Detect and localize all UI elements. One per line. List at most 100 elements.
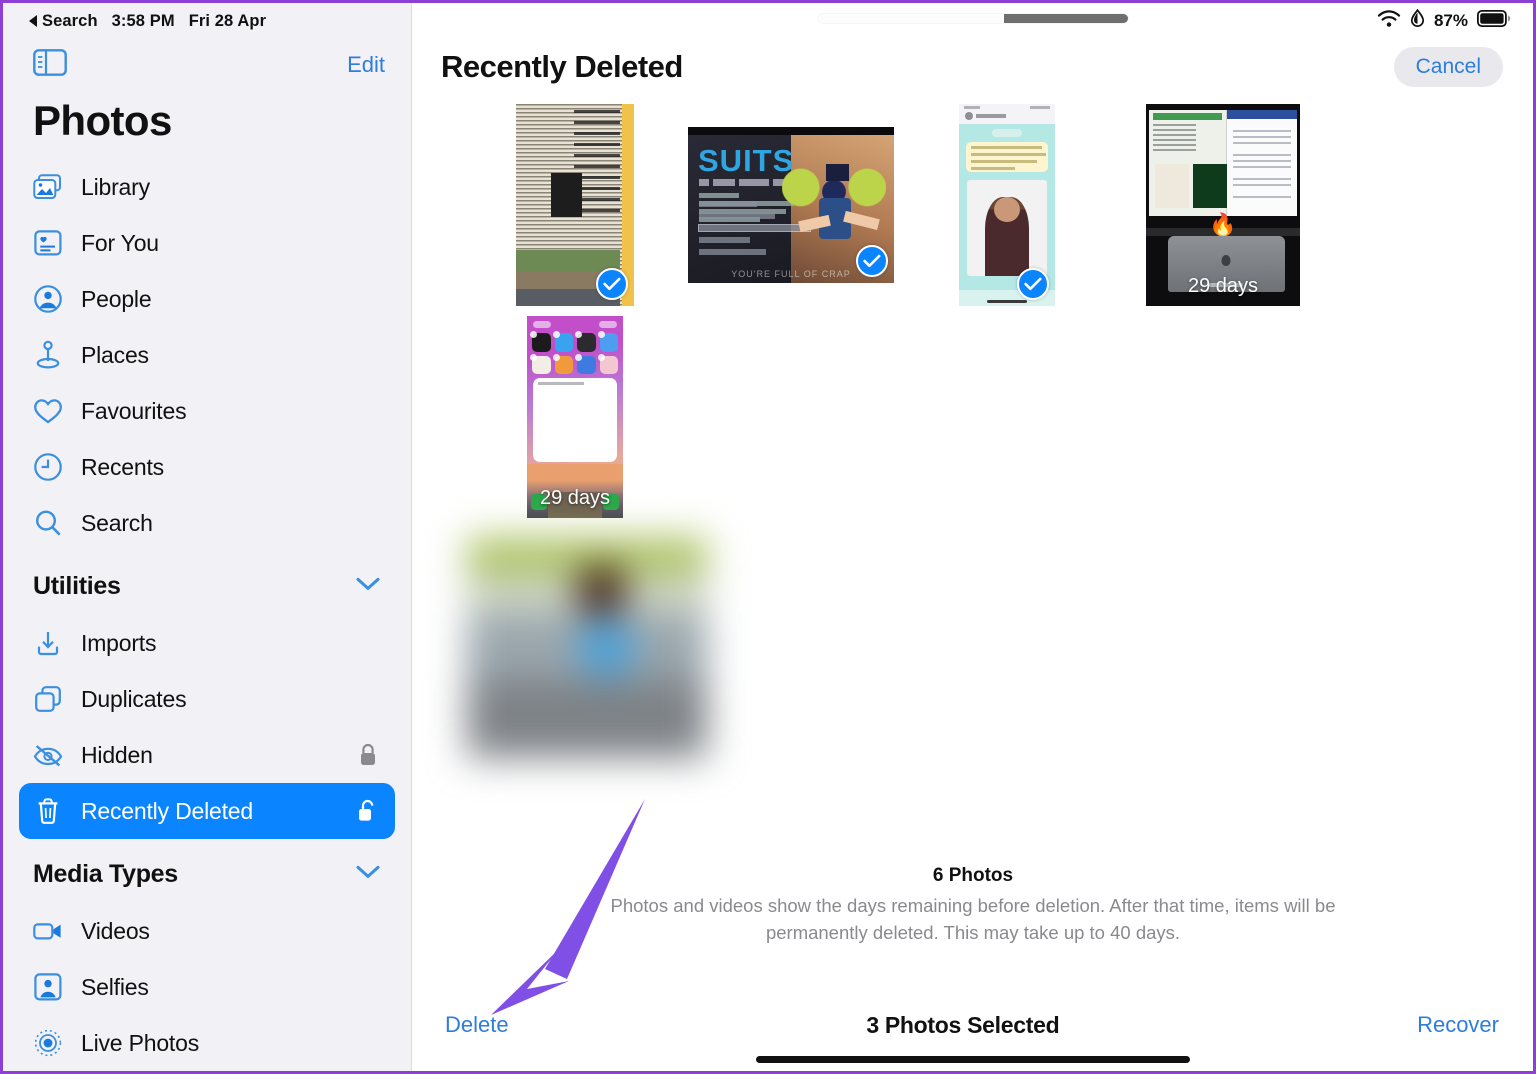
status-back-label: Search <box>42 11 98 30</box>
battery-icon <box>1476 9 1511 32</box>
content-header: Recently Deleted Cancel <box>413 39 1533 87</box>
cancel-button[interactable]: Cancel <box>1393 47 1503 87</box>
sidebar-item-label: For You <box>81 229 159 256</box>
chevron-down-icon[interactable] <box>355 864 381 885</box>
thumbnail-desk-monitor-photo[interactable]: 🔥 29 days <box>1146 104 1300 306</box>
sidebar-item-videos[interactable]: Videos <box>19 903 395 959</box>
status-left-pill <box>533 321 551 328</box>
sidebar-item-label: Recently Deleted <box>81 797 253 824</box>
edit-button[interactable]: Edit <box>347 52 385 78</box>
monitor-right-window <box>1227 110 1297 216</box>
sidebar-toolbar: Edit <box>3 39 411 91</box>
battery-percent-label: 87% <box>1433 11 1468 30</box>
encryption-notice <box>966 142 1048 172</box>
chat-body <box>959 124 1055 290</box>
photo-cell[interactable] <box>467 99 683 311</box>
thumbnail-ios-home-screen-shot[interactable]: 29 days <box>527 316 623 518</box>
duplicate-squares-icon <box>33 684 63 714</box>
person-circle-icon <box>33 284 63 314</box>
sidebar-item-search[interactable]: Search <box>19 495 395 551</box>
retention-description: Photos and videos show the days remainin… <box>610 895 1336 943</box>
sidebar-group-media-types-items: Videos Selfies Live Photos <box>3 903 411 1071</box>
sidebar-item-recently-deleted[interactable]: Recently Deleted <box>19 783 395 839</box>
sidebar-item-people[interactable]: People <box>19 271 395 327</box>
delete-button[interactable]: Delete <box>445 1012 509 1038</box>
sidebar-nav: Library For You People Places Favourites… <box>3 159 411 551</box>
lock-open-icon <box>357 799 377 823</box>
selected-check-icon[interactable] <box>856 245 888 277</box>
sidebar-item-label: Duplicates <box>81 685 187 712</box>
group-title: Utilities <box>33 571 121 600</box>
sidebar-group-utilities-items: Imports Duplicates Hidden Recently Delet… <box>3 615 411 839</box>
photo-cell[interactable]: 🔥 29 days <box>1115 99 1331 311</box>
phone-home-indicator <box>987 300 1027 303</box>
thumbnail-netflix-suits-screenshot[interactable]: SUITS YOU'RE FULL OF CRAP <box>688 127 894 283</box>
recover-button[interactable]: Recover <box>1417 1012 1499 1038</box>
chat-image-bubble <box>967 180 1047 276</box>
status-time: 3:58 PM <box>111 11 175 30</box>
chevron-down-icon[interactable] <box>355 576 381 597</box>
ipad-photos-screen: Search 3:58 PM Fri 28 Apr Edit Photos Li… <box>0 0 1536 1074</box>
page-title: Photos <box>33 97 172 144</box>
fire-sticker-icon: 🔥 <box>1209 212 1237 237</box>
wifi-icon <box>1377 9 1401 33</box>
ipad-home-indicator[interactable] <box>756 1056 1190 1063</box>
eye-slash-icon <box>33 740 63 770</box>
live-photo-icon <box>33 1028 63 1058</box>
import-tray-icon <box>33 628 63 658</box>
monitor-screen <box>1149 110 1297 216</box>
map-pin-icon <box>33 340 63 370</box>
sidebar-item-label: Recents <box>81 453 164 480</box>
sidebar-item-duplicates[interactable]: Duplicates <box>19 671 395 727</box>
status-right-pill <box>599 321 617 328</box>
sidebar-group-utilities-header[interactable]: Utilities <box>3 557 411 615</box>
sidebar-item-imports[interactable]: Imports <box>19 615 395 671</box>
selection-count-label: 3 Photos Selected <box>866 1011 1060 1038</box>
sidebar-group-media-types-header[interactable]: Media Types <box>3 845 411 903</box>
photo-cell[interactable] <box>467 523 1507 773</box>
sidebar-item-selfies[interactable]: Selfies <box>19 959 395 1015</box>
sidebar-item-places[interactable]: Places <box>19 327 395 383</box>
status-back-to-search[interactable]: Search <box>29 12 98 31</box>
sidebar-item-label: Live Photos <box>81 1029 199 1056</box>
apple-logo-icon <box>1221 255 1231 267</box>
selection-toolbar: Delete 3 Photos Selected Recover <box>413 1003 1533 1047</box>
for-you-card-icon <box>33 228 63 258</box>
sidebar-item-label: Hidden <box>81 741 153 768</box>
selected-check-icon[interactable] <box>596 268 628 300</box>
sidebar-item-hidden[interactable]: Hidden <box>19 727 395 783</box>
sidebar-item-for-you[interactable]: For You <box>19 215 395 271</box>
photo-cell[interactable]: SUITS YOU'RE FULL OF CRAP <box>683 99 899 311</box>
collection-footer: 6 Photos Photos and videos show the days… <box>413 865 1533 947</box>
screenshot-top-bar <box>688 127 894 135</box>
group-title: Media Types <box>33 859 178 888</box>
photo-count-label: 6 Photos <box>932 865 1014 886</box>
sidebar-item-library[interactable]: Library <box>19 159 395 215</box>
battery-saver-drop-icon <box>1410 8 1425 33</box>
sidebar-item-favourites[interactable]: Favourites <box>19 383 395 439</box>
sidebar-item-label: Favourites <box>81 397 187 424</box>
back-triangle-icon <box>29 15 37 27</box>
thumbnail-newspaper-clipping[interactable] <box>516 104 634 306</box>
content-title: Recently Deleted <box>441 49 683 84</box>
photo-grid: SUITS YOU'RE FULL OF CRAP 🔥 29 days 29 d… <box>413 87 1533 773</box>
sidebar-item-live-photos[interactable]: Live Photos <box>19 1015 395 1071</box>
days-remaining-label: 29 days <box>1187 275 1259 297</box>
photo-cell[interactable]: 29 days <box>467 311 683 523</box>
magnifier-icon <box>33 508 63 538</box>
sidebar-toggle-icon[interactable] <box>33 49 67 81</box>
sidebar-item-label: Places <box>81 341 149 368</box>
home-widget <box>533 378 617 462</box>
sidebar-item-label: Library <box>81 173 150 200</box>
split-view-handle-icon[interactable] <box>818 14 1128 23</box>
sidebar-item-recents[interactable]: Recents <box>19 439 395 495</box>
days-remaining-label: 29 days <box>539 487 611 509</box>
selected-check-icon[interactable] <box>1017 268 1049 300</box>
sidebar: Search 3:58 PM Fri 28 Apr Edit Photos Li… <box>3 3 412 1071</box>
content-pane: 87% Recently Deleted Cancel SUITS YOU'RE… <box>413 3 1533 1071</box>
inset-dark-block <box>551 172 583 218</box>
thumbnail-whatsapp-chat-screenshot[interactable] <box>959 104 1055 306</box>
thumbnail-blurred-people-photo[interactable] <box>467 538 707 758</box>
photo-cell[interactable] <box>899 99 1115 311</box>
sidebar-item-label: Imports <box>81 629 157 656</box>
